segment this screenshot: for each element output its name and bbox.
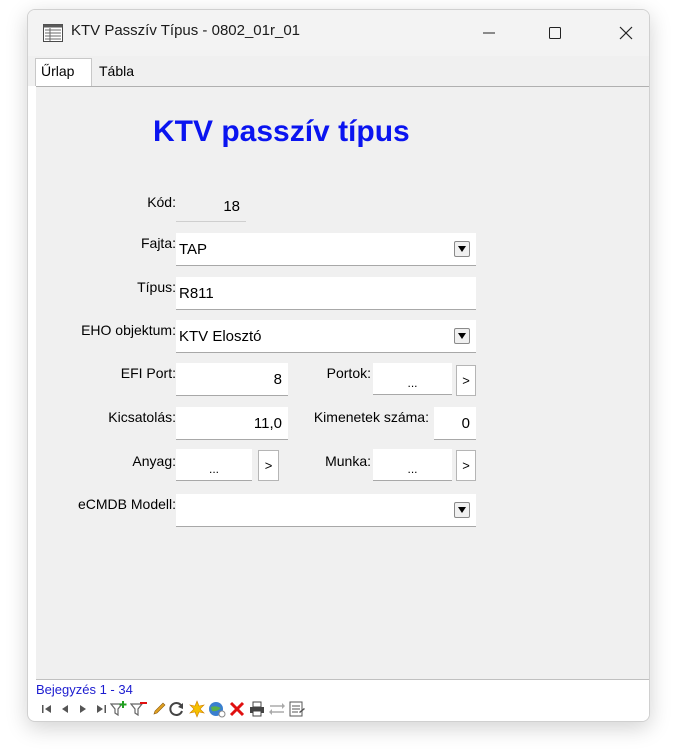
print-icon[interactable] xyxy=(248,700,266,718)
fajta-select[interactable]: TAP xyxy=(176,233,476,266)
last-record-icon[interactable] xyxy=(92,700,110,718)
previous-record-icon[interactable] xyxy=(56,700,74,718)
anyag-value: ... xyxy=(208,462,219,476)
efi-port-field[interactable]: 8 xyxy=(176,363,288,396)
kimenetek-value: 0 xyxy=(461,414,470,432)
tab-strip: Űrlap Tábla xyxy=(28,56,649,86)
eho-label: EHO objektum: xyxy=(81,322,176,338)
fajta-value: TAP xyxy=(179,240,208,258)
status-bar: Bejegyzés 1 - 34 xyxy=(36,679,649,721)
kicsatolas-value: 11,0 xyxy=(253,414,282,432)
add-filter-icon[interactable] xyxy=(110,700,128,718)
fajta-dropdown-button[interactable] xyxy=(454,241,470,257)
eho-value: KTV Elosztó xyxy=(179,327,262,345)
portok-label: Portok: xyxy=(326,365,371,381)
tab-urlap[interactable]: Űrlap xyxy=(35,58,92,86)
maximize-button[interactable] xyxy=(532,10,578,56)
munka-field[interactable]: ... xyxy=(373,449,452,481)
table-form-icon xyxy=(43,24,63,42)
kimenetek-field[interactable]: 0 xyxy=(434,407,476,440)
anyag-label: Anyag: xyxy=(132,453,176,469)
munka-label: Munka: xyxy=(325,453,371,469)
app-window: KTV Passzív Típus - 0802_01r_01 Űrlap Tá… xyxy=(27,9,650,722)
kicsatolas-field[interactable]: 11,0 xyxy=(176,407,288,440)
new-record-icon[interactable] xyxy=(188,700,206,718)
efi-port-label: EFI Port: xyxy=(120,365,176,381)
portok-open-button[interactable]: > xyxy=(456,365,476,396)
chevron-down-icon xyxy=(458,507,466,513)
navigation-toolbar xyxy=(38,700,458,720)
web-globe-icon[interactable] xyxy=(208,700,226,718)
next-record-icon[interactable] xyxy=(74,700,92,718)
eho-select[interactable]: KTV Elosztó xyxy=(176,320,476,353)
portok-value: ... xyxy=(407,376,418,390)
record-counter: Bejegyzés 1 - 34 xyxy=(36,682,133,697)
delete-icon[interactable] xyxy=(228,700,246,718)
anyag-field[interactable]: ... xyxy=(176,449,252,481)
tab-tabla[interactable]: Tábla xyxy=(94,59,154,85)
chevron-down-icon xyxy=(458,246,466,252)
munka-value: ... xyxy=(407,462,418,476)
window-title: KTV Passzív Típus - 0802_01r_01 xyxy=(71,22,301,39)
portok-field[interactable]: ... xyxy=(373,363,452,395)
kod-field: 18 xyxy=(176,192,246,222)
remove-filter-icon[interactable] xyxy=(130,700,148,718)
title-bar[interactable]: KTV Passzív Típus - 0802_01r_01 xyxy=(28,10,649,56)
munka-open-button[interactable]: > xyxy=(456,450,476,481)
kod-label: Kód: xyxy=(147,194,176,210)
efi-port-value: 8 xyxy=(273,370,282,388)
minimize-icon xyxy=(483,32,495,34)
eho-dropdown-button[interactable] xyxy=(454,328,470,344)
edit-icon[interactable] xyxy=(150,700,168,718)
chevron-down-icon xyxy=(458,333,466,339)
first-record-icon[interactable] xyxy=(38,700,56,718)
ecmdb-select[interactable] xyxy=(176,494,476,527)
ecmdb-label: eCMDB Modell: xyxy=(77,496,176,512)
ecmdb-dropdown-button[interactable] xyxy=(454,502,470,518)
kicsatolas-label: Kicsatolás: xyxy=(108,409,176,425)
anyag-open-button[interactable]: > xyxy=(258,450,279,481)
kod-value: 18 xyxy=(223,198,240,215)
form-heading: KTV passzív típus xyxy=(153,115,410,148)
form-area: KTV passzív típus Kód: 18 Fajta: TAP Típ… xyxy=(36,86,649,680)
transfer-icon[interactable] xyxy=(268,700,286,718)
tipus-label: Típus: xyxy=(137,279,176,295)
close-button[interactable] xyxy=(603,10,649,56)
refresh-icon[interactable] xyxy=(168,700,186,718)
tipus-field[interactable]: R811 xyxy=(176,277,476,310)
form-view-icon[interactable] xyxy=(288,700,306,718)
maximize-icon xyxy=(549,27,561,39)
minimize-button[interactable] xyxy=(466,10,512,56)
fajta-label: Fajta: xyxy=(140,235,176,251)
close-icon xyxy=(619,26,633,40)
tipus-value: R811 xyxy=(179,284,214,302)
kimenetek-label: Kimenetek száma: xyxy=(313,409,429,425)
